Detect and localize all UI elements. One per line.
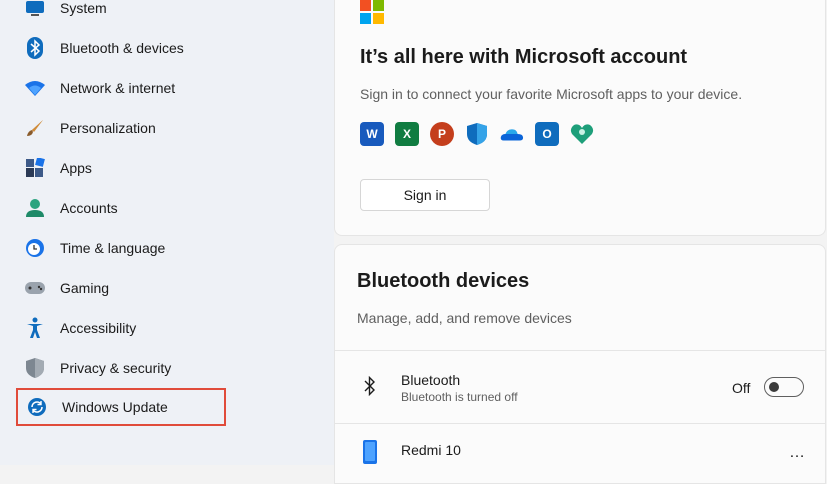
bluetooth-toggle-label: Off <box>732 380 751 396</box>
onedrive-icon <box>500 122 524 146</box>
sidebar-item-label: Network & internet <box>60 80 176 96</box>
sign-in-button[interactable]: Sign in <box>360 179 490 211</box>
sidebar-item-personalization[interactable]: Personalization <box>16 110 316 146</box>
person-icon <box>24 197 46 219</box>
defender-icon <box>465 122 489 146</box>
sidebar-item-label: Windows Update <box>62 399 168 415</box>
microsoft-logo-icon <box>360 0 384 24</box>
sidebar-item-privacy-security[interactable]: Privacy & security <box>16 350 316 386</box>
bluetooth-row-title: Bluetooth <box>401 372 461 388</box>
sync-icon <box>26 396 48 418</box>
shield-icon <box>24 357 46 379</box>
sidebar-item-label: Privacy & security <box>60 360 172 376</box>
sidebar-item-network[interactable]: Network & internet <box>16 70 316 106</box>
divider <box>334 350 826 351</box>
sidebar-item-time-language[interactable]: Time & language <box>16 230 316 266</box>
settings-sidebar: System Bluetooth & devices Network & int… <box>0 0 334 465</box>
sidebar-item-accessibility[interactable]: Accessibility <box>16 310 316 346</box>
sidebar-item-label: Accessibility <box>60 320 137 336</box>
account-card-subtitle: Sign in to connect your favorite Microso… <box>360 86 743 102</box>
bluetooth-devices-title: Bluetooth devices <box>357 270 530 292</box>
word-icon: W <box>360 122 384 146</box>
outlook-icon: O <box>535 122 559 146</box>
sidebar-item-label: System <box>60 0 107 16</box>
brush-icon <box>24 117 46 139</box>
sidebar-item-bluetooth[interactable]: Bluetooth & devices <box>16 30 316 66</box>
wifi-icon <box>24 77 46 99</box>
sidebar-item-label: Personalization <box>60 120 156 136</box>
clock-globe-icon <box>24 237 46 259</box>
sidebar-item-label: Apps <box>60 160 92 176</box>
family-icon <box>570 122 594 146</box>
sidebar-item-system[interactable]: System <box>16 0 316 26</box>
bluetooth-toggle[interactable] <box>764 377 804 397</box>
sidebar-item-label: Accounts <box>60 200 118 216</box>
bluetooth-row-status: Bluetooth is turned off <box>401 390 518 404</box>
app-icons-row: W X P O <box>360 122 594 146</box>
bluetooth-icon <box>360 375 380 397</box>
account-card-title: It’s all here with Microsoft account <box>360 46 688 68</box>
microsoft-account-card: It’s all here with Microsoft account Sig… <box>334 0 826 236</box>
apps-icon <box>24 157 46 179</box>
more-options-button[interactable]: … <box>789 444 806 462</box>
sidebar-item-gaming[interactable]: Gaming <box>16 270 316 306</box>
sidebar-item-apps[interactable]: Apps <box>16 150 316 186</box>
sidebar-item-label: Bluetooth & devices <box>60 40 184 56</box>
accessibility-icon <box>24 317 46 339</box>
sidebar-item-label: Gaming <box>60 280 110 296</box>
bluetooth-devices-subtitle: Manage, add, and remove devices <box>357 310 572 326</box>
toggle-knob <box>769 382 779 392</box>
powerpoint-icon: P <box>430 122 454 146</box>
sidebar-item-accounts[interactable]: Accounts <box>16 190 316 226</box>
excel-icon: X <box>395 122 419 146</box>
sidebar-item-label: Time & language <box>60 240 166 256</box>
bluetooth-icon <box>24 37 46 59</box>
divider <box>334 423 826 424</box>
main-content: It’s all here with Microsoft account Sig… <box>334 0 827 484</box>
sidebar-item-windows-update[interactable]: Windows Update <box>16 388 226 426</box>
gamepad-icon <box>24 277 46 299</box>
phone-icon <box>360 440 380 464</box>
device-row-title: Redmi 10 <box>401 442 461 458</box>
monitor-icon <box>24 0 46 19</box>
